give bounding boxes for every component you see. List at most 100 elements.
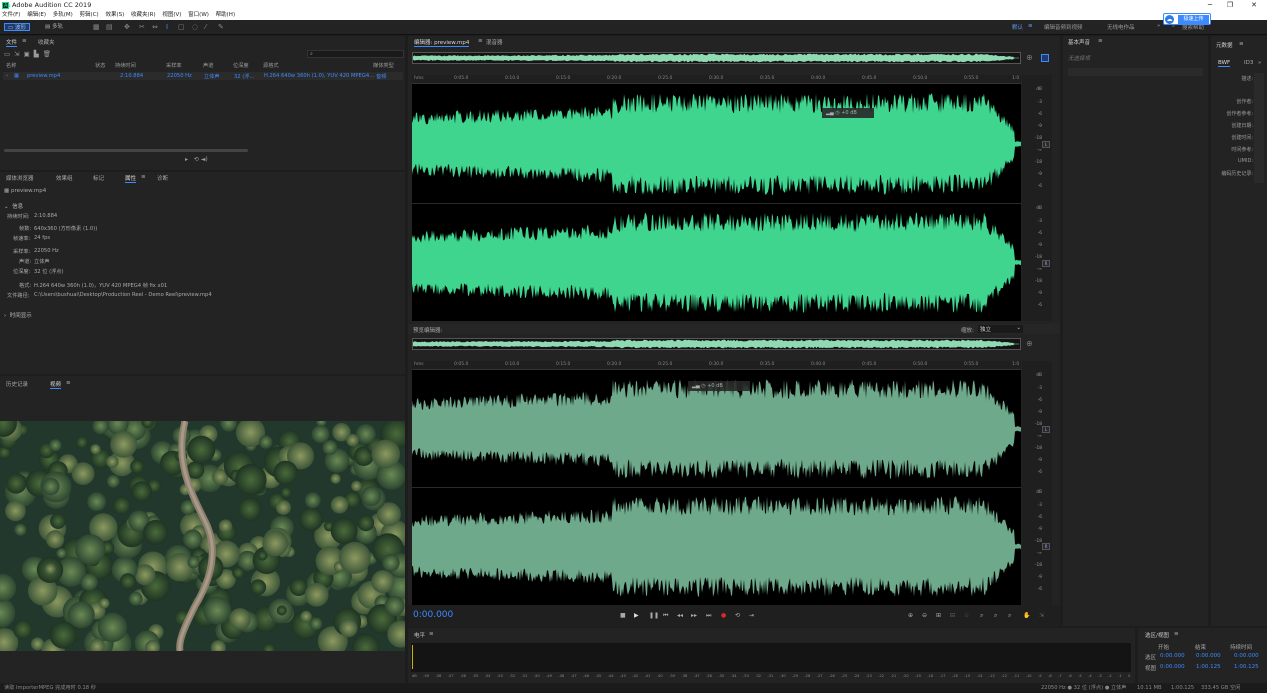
- tab-favorites[interactable]: 收藏夹: [38, 38, 55, 46]
- tab-editor[interactable]: 编辑器: preview.mp4: [414, 38, 470, 47]
- menu-favorites[interactable]: 收藏夹(R): [131, 12, 156, 18]
- tab-markers[interactable]: 标记: [93, 174, 104, 182]
- tab-id3[interactable]: ID3: [1244, 60, 1253, 66]
- channel-right-toggle[interactable]: R: [1042, 260, 1050, 267]
- selection-end[interactable]: 0:00.000: [1196, 653, 1221, 659]
- zoom-out-time-icon[interactable]: ⊟: [950, 612, 955, 619]
- move-tool-icon[interactable]: ✥: [124, 23, 130, 31]
- close-icon[interactable]: ✕: [1244, 0, 1264, 11]
- zoom-navigator-icon[interactable]: ⊕: [1026, 53, 1033, 62]
- expand-icon[interactable]: ›: [6, 73, 8, 79]
- zoom-out-amplitude-icon[interactable]: ⊖: [922, 612, 927, 619]
- loop-playback-icon[interactable]: ⟲: [735, 612, 740, 619]
- preset-select[interactable]: [1068, 68, 1203, 76]
- column-bit-depth[interactable]: 位深度: [233, 62, 249, 69]
- selection-start[interactable]: 0:00.000: [1160, 653, 1185, 659]
- view-duration[interactable]: 1:00.125: [1234, 664, 1259, 670]
- workspace-edit-video[interactable]: 编辑音频到视频: [1044, 23, 1083, 31]
- zoom-reset-icon[interactable]: ⇲: [1039, 612, 1044, 619]
- column-format[interactable]: 源格式: [263, 62, 279, 69]
- preview-overview[interactable]: [412, 338, 1021, 350]
- column-duration[interactable]: 持续时间: [115, 62, 136, 69]
- restore-icon[interactable]: ❐: [1220, 0, 1240, 11]
- loop-icon[interactable]: ⟲: [194, 156, 199, 163]
- pause-icon[interactable]: ❚❚: [649, 612, 659, 619]
- cloud-upload-button[interactable]: 极速上传: [1178, 15, 1209, 24]
- files-scrollbar[interactable]: [4, 149, 248, 152]
- panel-menu-icon[interactable]: ≡: [141, 174, 146, 180]
- tab-effects-rack[interactable]: 效果组: [56, 174, 73, 182]
- column-status[interactable]: 状态: [95, 62, 105, 69]
- waveform-overview[interactable]: [412, 52, 1021, 64]
- lasso-tool-icon[interactable]: ◌: [192, 23, 198, 31]
- column-channels[interactable]: 声道: [203, 62, 213, 69]
- skip-start-icon[interactable]: ⏮: [663, 612, 668, 620]
- zoom-navigator-icon[interactable]: ⊕: [1026, 339, 1033, 348]
- menu-multitrack[interactable]: 多轨(M): [53, 12, 73, 18]
- play-icon[interactable]: ▶: [634, 612, 639, 619]
- menu-clip[interactable]: 剪辑(C): [80, 12, 99, 18]
- panel-menu-icon[interactable]: ≡: [1174, 631, 1179, 637]
- tab-mixer[interactable]: 混音器: [486, 38, 503, 46]
- open-file-icon[interactable]: ▭: [4, 50, 14, 58]
- time-ruler[interactable]: hms 0:05.0 0:10.0 0:15.0 0:20.0 0:25.0 0…: [412, 75, 1021, 84]
- zoom-selection-icon[interactable]: ⌕: [980, 612, 983, 620]
- panel-menu-icon[interactable]: ≡: [1098, 38, 1103, 44]
- stop-icon[interactable]: ■: [620, 612, 626, 619]
- zoom-select[interactable]: 独立 ⌄: [978, 325, 1023, 333]
- marquee-tool-icon[interactable]: ▢: [178, 23, 185, 31]
- column-media-type[interactable]: 媒体类型: [373, 62, 394, 69]
- section-info[interactable]: ⌄ 信息: [4, 202, 23, 210]
- tab-bwf[interactable]: BWF: [1218, 60, 1231, 67]
- minimize-icon[interactable]: ─: [1200, 0, 1220, 11]
- waveform-view-button[interactable]: ▭ 波形: [4, 23, 30, 31]
- files-search-input[interactable]: ⌕: [307, 50, 404, 58]
- workspace-radio[interactable]: 无线电作品: [1107, 23, 1135, 31]
- channel-left-toggle[interactable]: L: [1042, 426, 1050, 433]
- metadata-fields[interactable]: [1254, 73, 1264, 183]
- preview-hud-volume[interactable]: ▂▄ ◷ +0 dB: [688, 381, 750, 391]
- skip-selection-icon[interactable]: ⇥: [749, 612, 754, 619]
- more-workspaces-icon[interactable]: »: [1157, 23, 1160, 29]
- zoom-out-full-icon[interactable]: ☆: [964, 612, 969, 619]
- menu-view[interactable]: 视图(V): [162, 12, 181, 18]
- spectral-frequency-icon[interactable]: ▦: [93, 23, 100, 31]
- record-icon[interactable]: ●: [721, 612, 726, 619]
- column-sample-rate[interactable]: 采样率: [166, 62, 182, 69]
- panel-menu-icon[interactable]: ≡: [1239, 41, 1244, 47]
- tab-diagnostics[interactable]: 诊断: [157, 174, 168, 182]
- selection-duration[interactable]: 0:00.000: [1234, 653, 1259, 659]
- menu-file[interactable]: 文件(F): [2, 12, 20, 18]
- panel-menu-icon[interactable]: ≡: [429, 631, 434, 637]
- menu-help[interactable]: 帮助(H): [216, 12, 235, 18]
- zoom-in-amplitude-icon[interactable]: ⊕: [908, 612, 913, 619]
- menu-effects[interactable]: 效果(S): [105, 12, 124, 18]
- hand-tool-icon[interactable]: ✋: [1023, 612, 1030, 619]
- preview-waveform[interactable]: hms 0:05.0 0:10.0 0:15.0 0:20.0 0:25.0 0…: [412, 361, 1021, 605]
- spot-healing-icon[interactable]: ✎: [218, 23, 224, 31]
- spectral-display-icon[interactable]: [1041, 54, 1049, 62]
- multitrack-view-button[interactable]: ▤ 多轨: [42, 23, 66, 31]
- channel-right-toggle[interactable]: R: [1042, 543, 1050, 550]
- channel-left-toggle[interactable]: L: [1042, 141, 1050, 148]
- fast-forward-icon[interactable]: ▸▸: [691, 612, 697, 619]
- spectral-pitch-icon[interactable]: ▤: [106, 23, 113, 31]
- skip-end-icon[interactable]: ⏭: [706, 612, 711, 620]
- volume-icon[interactable]: ◄): [201, 156, 208, 163]
- razor-tool-icon[interactable]: ✂: [139, 23, 145, 31]
- cloud-upload-widget[interactable]: ☁ 极速上传: [1163, 13, 1211, 25]
- time-selection-tool-icon[interactable]: I: [166, 23, 168, 31]
- section-time-display[interactable]: › 时间显示: [4, 311, 32, 319]
- tab-history[interactable]: 历史记录: [6, 380, 28, 388]
- zoom-out-point-icon[interactable]: ⌕: [1008, 612, 1011, 620]
- play-icon[interactable]: ▸: [185, 156, 188, 163]
- panel-menu-icon[interactable]: ≡: [478, 38, 483, 44]
- menu-edit[interactable]: 编辑(E): [27, 12, 46, 18]
- tab-properties[interactable]: 属性: [125, 174, 137, 183]
- zoom-in-point-icon[interactable]: ⌕: [994, 612, 997, 620]
- menu-window[interactable]: 窗口(W): [188, 12, 209, 18]
- column-name[interactable]: 名称: [6, 62, 16, 69]
- zoom-in-time-icon[interactable]: ⊞: [936, 612, 941, 619]
- panel-menu-icon[interactable]: ≡: [66, 380, 71, 386]
- insert-icon[interactable]: ▙: [34, 50, 43, 58]
